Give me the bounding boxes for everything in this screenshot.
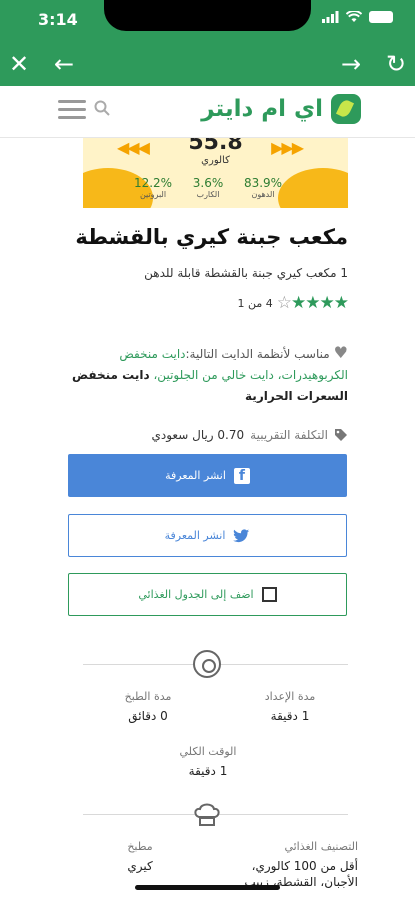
macro-label: البروتين [139, 190, 167, 199]
prep-time-value: 1 دقيقة [270, 709, 310, 723]
site-logo[interactable]: اي ام دايتر [201, 94, 361, 124]
rating-stars[interactable]: ☆★★★★ [276, 293, 349, 313]
prep-time-label: مدة الإعداد [264, 690, 316, 703]
cuisine-label: مطبخ [127, 840, 153, 853]
diet-suitability: ♥مناسب لأنظمة الدايت التالية:دايت منخفض … [68, 342, 348, 407]
wifi-icon [346, 11, 362, 22]
food-classification: التصنيف الغذائي أقل من 100 كالوري، الأجب… [218, 840, 358, 889]
cost-label: التكلفة التقريبية [250, 428, 328, 442]
calories-value: 55.8 [188, 138, 243, 155]
serving-size: 1 مكعب كيري جبنة بالقشطة قابلة للدهن [144, 266, 348, 280]
star-empty-icon: ☆ [276, 293, 292, 313]
forward-arrow-icon[interactable]: → [336, 50, 366, 78]
logo-leaf-icon [331, 94, 361, 124]
facebook-icon: f [233, 467, 250, 484]
back-arrow-icon[interactable]: ← [49, 50, 79, 78]
logo-text: اي ام دايتر [201, 96, 323, 122]
cuisine: مطبخ كيري [100, 840, 180, 873]
site-header: اي ام دايتر [0, 86, 415, 138]
button-label: انشر المعرفة [164, 529, 226, 542]
status-time: 3:14 [38, 10, 78, 29]
macro-fat: 83.9% الدهون [238, 176, 288, 199]
device-notch [104, 0, 311, 31]
macro-label: الدهون [251, 190, 275, 199]
twitter-share-button[interactable]: انشر المعرفة [68, 514, 347, 557]
browser-top-bar: 3:14 ✕ ← → ↻ [0, 0, 415, 86]
total-time-label: الوقت الكلي [179, 745, 237, 758]
classification-value-line1[interactable]: أقل من 100 كالوري، [218, 859, 358, 873]
decorative-shape [278, 168, 348, 208]
diet-label: مناسب لأنظمة الدايت التالية: [185, 347, 330, 361]
heart-icon: ♥ [333, 343, 348, 362]
total-time: الوقت الكلي 1 دقيقة [148, 745, 268, 778]
classification-label: التصنيف الغذائي [284, 840, 358, 853]
calories-label: كالوري [201, 155, 230, 166]
macro-protein: 12.2% البروتين [128, 176, 178, 199]
recipe-title: مكعب جبنة كيري بالقشطة [75, 225, 348, 249]
cook-time: مدة الطبخ 0 دقائق [88, 690, 208, 723]
prep-time: مدة الإعداد 1 دقيقة [230, 690, 350, 723]
chef-hat-icon [194, 803, 220, 826]
button-label: اضف إلى الجدول الغذائي [138, 588, 254, 601]
macro-value: 83.9% [243, 176, 283, 190]
cost-value: 0.70 ريال سعودي [151, 428, 245, 442]
cook-time-label: مدة الطبخ [124, 690, 172, 703]
macro-label: الكارب [196, 190, 220, 199]
cuisine-value[interactable]: كيري [100, 859, 180, 873]
rating-text: 4 من 1 [237, 296, 273, 310]
price-tag-icon [335, 429, 347, 441]
recipe-nutrition-image: ◀◀◀ ▶▶▶ 55.8 كالوري 12.2% البروتين 3.6% … [83, 138, 348, 208]
close-icon[interactable]: ✕ [4, 50, 34, 78]
facebook-share-button[interactable]: f انشر المعرفة [68, 454, 347, 497]
hamburger-icon[interactable] [58, 100, 86, 120]
rating-row: ☆★★★★ 4 من 1 [68, 293, 349, 313]
checkbox-icon[interactable] [261, 587, 277, 602]
macro-value: 12.2% [133, 176, 173, 190]
add-to-meal-plan-button[interactable]: اضف إلى الجدول الغذائي [68, 573, 347, 616]
home-indicator[interactable] [135, 885, 280, 890]
battery-icon [369, 11, 393, 23]
search-icon[interactable] [94, 100, 110, 116]
refresh-icon[interactable]: ↻ [381, 50, 411, 78]
cost-row: التكلفة التقريبية 0.70 ريال سعودي [68, 428, 348, 442]
total-time-value: 1 دقيقة [188, 764, 228, 778]
timer-icon [193, 650, 221, 678]
cook-time-value: 0 دقائق [128, 709, 168, 723]
button-label: انشر المعرفة [165, 469, 226, 482]
signal-icon [322, 11, 339, 23]
macro-value: 3.6% [192, 176, 224, 190]
status-icons [322, 11, 393, 23]
macro-carb: 3.6% الكارب [183, 176, 233, 199]
twitter-icon [233, 528, 250, 542]
